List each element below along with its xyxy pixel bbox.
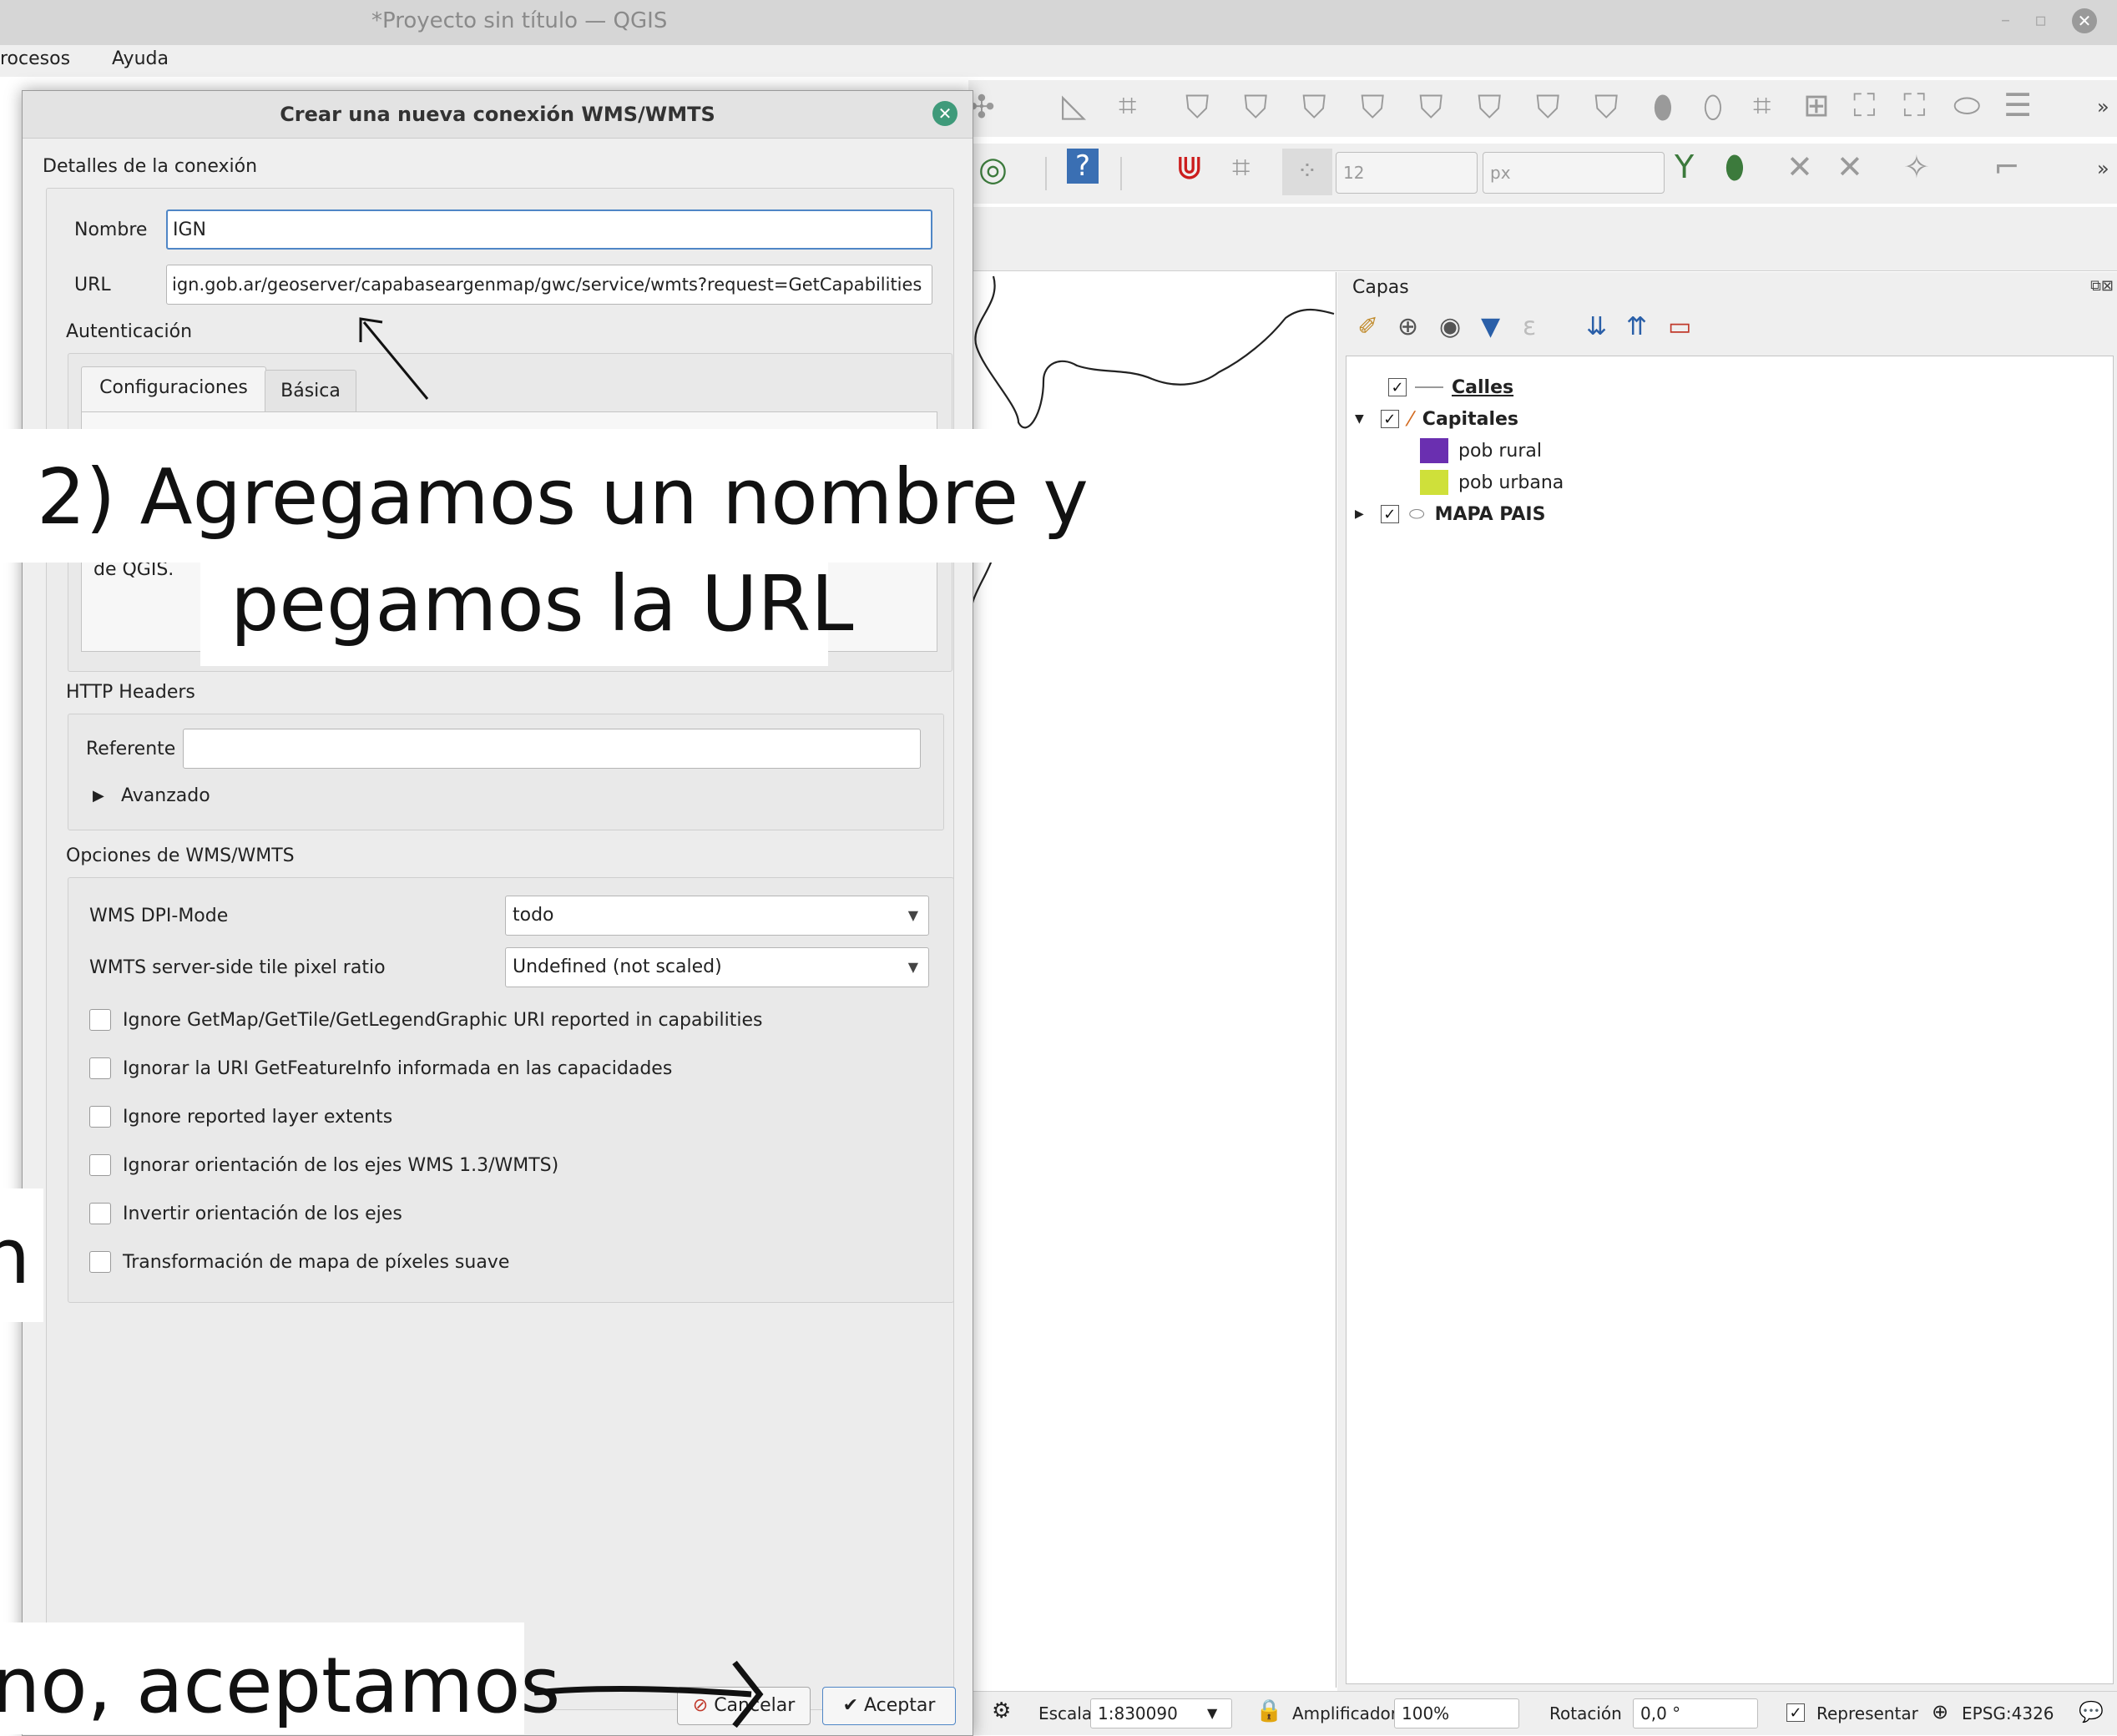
annotation-step2-line2: pegamos la URL bbox=[230, 559, 854, 648]
annotation-left-fragment: n bbox=[0, 1188, 43, 1322]
annotation-step2-line1: 2) Agregamos un nombre y bbox=[37, 452, 1089, 542]
annotation-arrows bbox=[359, 317, 764, 1728]
annotation-step2: 2) Agregamos un nombre y bbox=[3, 429, 1089, 563]
annotation-step3-text: no, aceptamos bbox=[0, 1641, 561, 1730]
annotation-step3: no, aceptamos bbox=[0, 1622, 560, 1734]
annotation-left-fragment-text: n bbox=[0, 1212, 31, 1301]
annotation-step2-second: pegamos la URL bbox=[200, 551, 854, 666]
